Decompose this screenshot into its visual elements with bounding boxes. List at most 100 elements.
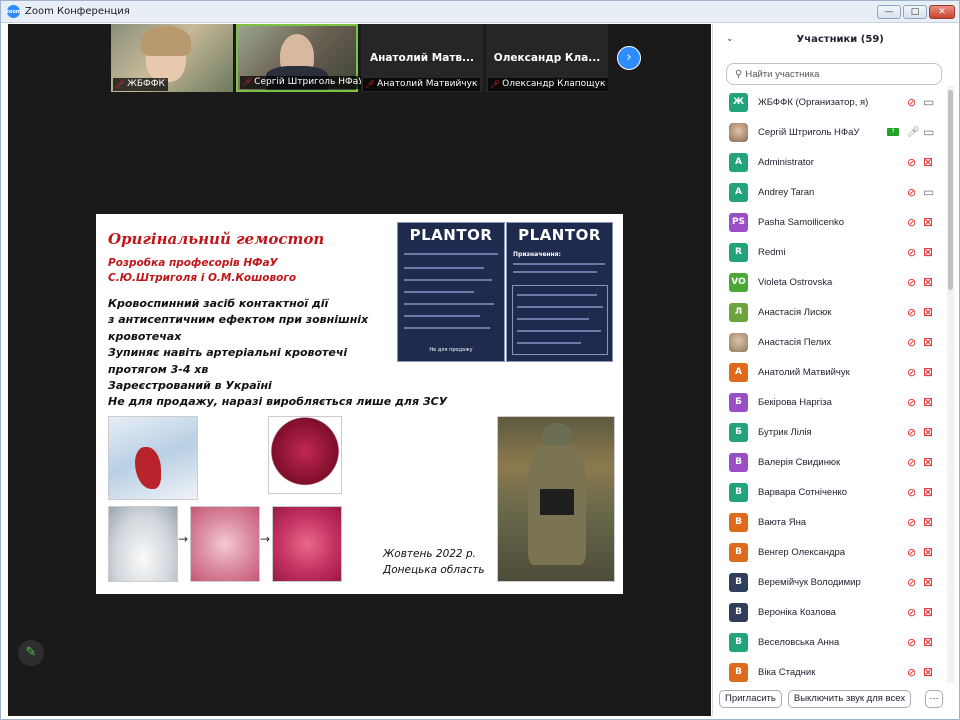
camera-off-icon[interactable]: ⊠	[923, 395, 933, 409]
camera-off-icon[interactable]: ⊠	[923, 335, 933, 349]
participant-row[interactable]: Б Бекірова Наргіза ⊘ ⊠	[713, 387, 948, 417]
package-front-image: PLANTOR Не для продажу	[397, 222, 505, 362]
participant-name: Administrator	[758, 156, 814, 168]
video-tile-shtryhol[interactable]: 🎤︎ Сергій Штриголь НФаУ	[236, 24, 367, 92]
chevron-down-icon[interactable]: ⌄	[726, 34, 734, 44]
mic-muted-icon[interactable]: ⊘	[907, 516, 916, 529]
video-tile-zhbffk[interactable]: 🎤︎ ЖБФФК	[111, 24, 233, 92]
participant-name: Веселовська Анна	[758, 636, 840, 648]
participant-row[interactable]: VO Violeta Ostrovska ⊘ ⊠	[713, 267, 948, 297]
camera-off-icon[interactable]: ⊠	[923, 545, 933, 559]
mic-muted-icon[interactable]: ⊘	[907, 636, 916, 649]
mute-all-button[interactable]: Выключить звук для всех	[787, 690, 912, 708]
participant-name: Варвара Сотніченко	[758, 486, 848, 498]
participants-scrollbar[interactable]	[947, 86, 954, 683]
camera-icon[interactable]: ▭	[923, 185, 934, 199]
participant-row[interactable]: A Andrey Taran ⊘ ▭	[713, 177, 948, 207]
zoom-window: zoom Zoom Конференция — □ ✕ 🎤︎ ЖБФФК 🎤︎ Се…	[0, 0, 960, 720]
slide-subtitle: Розробка професорів НФаУ С.Ю.Штриголя і …	[108, 256, 378, 286]
participant-row[interactable]: В Валерія Свидинюк ⊘ ⊠	[713, 447, 948, 477]
minimize-button[interactable]: —	[877, 5, 901, 19]
avatar: Б	[729, 422, 748, 442]
camera-icon[interactable]: ▭	[923, 95, 934, 109]
avatar: В	[729, 602, 748, 622]
participant-search-input[interactable]	[745, 68, 926, 80]
camera-off-icon[interactable]: ⊠	[923, 605, 933, 619]
mic-muted-icon[interactable]: ⊘	[907, 216, 916, 229]
participant-row[interactable]: Б Бутрик Лілія ⊘ ⊠	[713, 417, 948, 447]
participants-list: Ж ЖБФФК (Организатор, я) ⊘ ▭ Сергій Штриголь…	[713, 87, 948, 682]
participant-row[interactable]: В Веселовська Анна ⊘ ⊠	[713, 627, 948, 657]
camera-icon[interactable]: ▭	[923, 125, 934, 139]
invite-button[interactable]: Пригласить	[719, 690, 782, 708]
participant-row[interactable]: В Веремійчук Володимир ⊘ ⊠	[713, 567, 948, 597]
participant-search-box[interactable]: ⚲	[726, 63, 942, 85]
participant-row[interactable]: В Віка Стадник ⊘ ⊠	[713, 657, 948, 682]
mic-muted-icon[interactable]: ⊘	[907, 306, 916, 319]
mic-muted-icon[interactable]: ⊘	[907, 156, 916, 169]
avatar: А	[729, 362, 748, 382]
camera-off-icon[interactable]: ⊠	[923, 635, 933, 649]
mic-muted-icon[interactable]: ⊘	[907, 276, 916, 289]
video-tile-matviichuk[interactable]: Анатолий Матв... 🎤︎ Анатолий Матвийчук	[361, 24, 483, 92]
mic-icon[interactable]: 🎤︎	[907, 127, 920, 138]
more-options-button[interactable]: ···	[925, 690, 944, 708]
participant-row[interactable]: Анастасія Пелих ⊘ ⊠	[713, 327, 948, 357]
video-tile-klaposhchuk[interactable]: Олександр Кла... 🎤︎ Олександр Клапощук	[486, 24, 609, 92]
mic-muted-icon[interactable]: ⊘	[907, 576, 916, 589]
participant-row[interactable]: В Венгер Олександра ⊘ ⊠	[713, 537, 948, 567]
participant-row[interactable]: A Administrator ⊘ ⊠	[713, 147, 948, 177]
maximize-button[interactable]: □	[903, 5, 927, 19]
slide-body-line: протягом 3-4 хв	[108, 362, 209, 376]
mic-muted-icon[interactable]: ⊘	[907, 606, 916, 619]
participant-name: Бутрик Лілія	[758, 426, 812, 438]
mic-muted-icon[interactable]: ⊘	[907, 666, 916, 679]
annotate-pencil-icon[interactable]: ✎	[18, 640, 44, 666]
close-button[interactable]: ✕	[929, 5, 955, 19]
next-page-arrow-icon[interactable]: ›	[617, 46, 641, 70]
camera-off-icon[interactable]: ⊠	[923, 245, 933, 259]
package-text-line	[517, 318, 589, 320]
camera-off-icon[interactable]: ⊠	[923, 425, 933, 439]
slide-body: Кровоспинний засіб контактної дії з анти…	[108, 296, 447, 411]
mic-muted-icon[interactable]: ⊘	[907, 96, 916, 109]
title-bar: zoom Zoom Конференция — □ ✕	[1, 1, 959, 23]
mic-muted-icon[interactable]: ⊘	[907, 186, 916, 199]
mic-muted-icon[interactable]: ⊘	[907, 396, 916, 409]
camera-off-icon[interactable]: ⊠	[923, 215, 933, 229]
package-text-line	[404, 267, 484, 269]
slide-region-line: Донецька область	[383, 564, 485, 576]
mic-muted-icon[interactable]: ⊘	[907, 486, 916, 499]
participant-row[interactable]: Л Анастасія Лисюк ⊘ ⊠	[713, 297, 948, 327]
camera-off-icon[interactable]: ⊠	[923, 365, 933, 379]
participant-row[interactable]: В Вероніка Козлова ⊘ ⊠	[713, 597, 948, 627]
package-text-line	[517, 330, 601, 332]
arrow-icon: →	[260, 532, 271, 546]
mic-muted-icon[interactable]: ⊘	[907, 366, 916, 379]
participant-row[interactable]: PS Pasha Samoilicenko ⊘ ⊠	[713, 207, 948, 237]
camera-off-icon[interactable]: ⊠	[923, 275, 933, 289]
camera-off-icon[interactable]: ⊠	[923, 155, 933, 169]
camera-off-icon[interactable]: ⊠	[923, 485, 933, 499]
participant-row[interactable]: В Варвара Сотніченко ⊘ ⊠	[713, 477, 948, 507]
scrollbar-thumb[interactable]	[948, 90, 953, 290]
slide-body-line: з антисептичним ефектом при зовнішніх	[108, 313, 369, 327]
participant-row[interactable]: Ж ЖБФФК (Организатор, я) ⊘ ▭	[713, 87, 948, 117]
camera-off-icon[interactable]: ⊠	[923, 515, 933, 529]
mic-muted-icon[interactable]: ⊘	[907, 546, 916, 559]
blood-stain-shape	[135, 447, 161, 489]
camera-off-icon[interactable]: ⊠	[923, 575, 933, 589]
mic-muted-icon[interactable]: ⊘	[907, 336, 916, 349]
mic-muted-icon[interactable]: ⊘	[907, 426, 916, 439]
camera-off-icon[interactable]: ⊠	[923, 665, 933, 679]
mic-muted-icon[interactable]: ⊘	[907, 246, 916, 259]
participant-row[interactable]: R Redmi ⊘ ⊠	[713, 237, 948, 267]
participants-header: ⌄ Участники (59)	[713, 24, 956, 54]
mic-muted-icon: 🎤︎	[365, 80, 376, 89]
mic-muted-icon[interactable]: ⊘	[907, 456, 916, 469]
camera-off-icon[interactable]: ⊠	[923, 455, 933, 469]
participant-row[interactable]: Сергій Штриголь НФаУ ↑ 🎤︎ ▭	[713, 117, 948, 147]
participant-row[interactable]: А Анатолий Матвийчук ⊘ ⊠	[713, 357, 948, 387]
camera-off-icon[interactable]: ⊠	[923, 305, 933, 319]
participant-row[interactable]: В Ваюта Яна ⊘ ⊠	[713, 507, 948, 537]
